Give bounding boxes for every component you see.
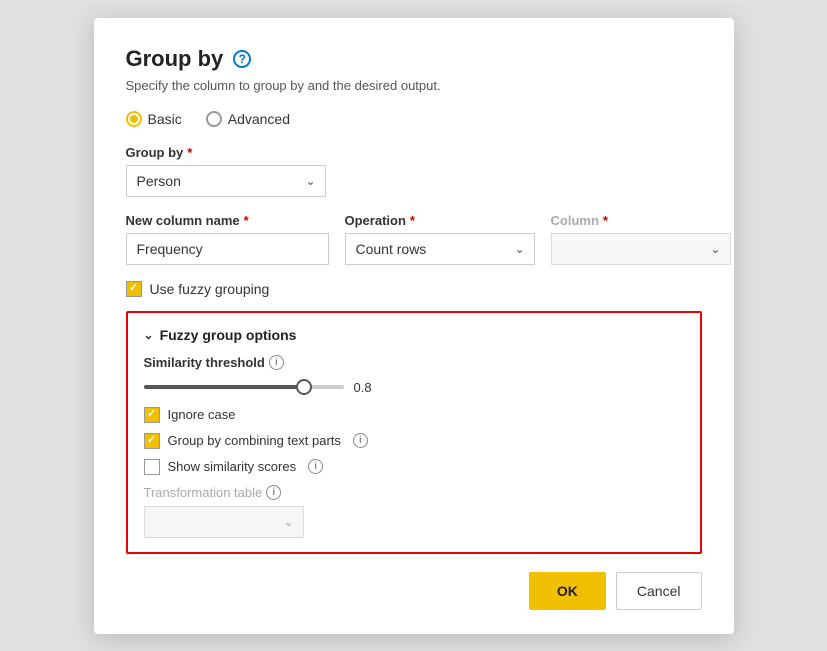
column-select bbox=[551, 233, 731, 265]
group-by-select[interactable]: Person bbox=[126, 165, 326, 197]
new-column-input[interactable] bbox=[126, 233, 329, 265]
radio-basic-circle bbox=[126, 111, 142, 127]
dialog-title: Group by bbox=[126, 46, 224, 72]
operation-select[interactable]: Count rows bbox=[345, 233, 535, 265]
show-similarity-info-icon[interactable]: i bbox=[308, 459, 323, 474]
radio-advanced[interactable]: Advanced bbox=[206, 111, 290, 127]
fuzzy-section-title-label: Fuzzy group options bbox=[160, 327, 297, 343]
radio-basic[interactable]: Basic bbox=[126, 111, 182, 127]
slider-container: 0.8 bbox=[144, 380, 684, 395]
show-similarity-label: Show similarity scores bbox=[168, 459, 297, 474]
operation-required: * bbox=[410, 213, 415, 228]
new-column-field: New column name * bbox=[126, 213, 329, 265]
fuzzy-options-section: ⌄ Fuzzy group options Similarity thresho… bbox=[126, 311, 702, 554]
help-icon[interactable]: ? bbox=[233, 50, 251, 68]
group-combining-info-icon[interactable]: i bbox=[353, 433, 368, 448]
fuzzy-section-title: ⌄ Fuzzy group options bbox=[144, 327, 684, 343]
slider-fill bbox=[144, 385, 304, 389]
ignore-case-checkbox[interactable]: ✓ bbox=[144, 407, 160, 423]
ignore-case-label: Ignore case bbox=[168, 407, 236, 422]
similarity-info-icon[interactable]: i bbox=[269, 355, 284, 370]
transformation-select bbox=[144, 506, 304, 538]
operation-label: Operation bbox=[345, 213, 406, 228]
transformation-select-wrapper: ⌄ bbox=[144, 506, 304, 538]
slider-thumb[interactable] bbox=[296, 379, 312, 395]
group-by-dialog: Group by ? Specify the column to group b… bbox=[94, 18, 734, 634]
new-column-required: * bbox=[244, 213, 249, 228]
radio-advanced-circle bbox=[206, 111, 222, 127]
slider-track bbox=[144, 385, 344, 389]
radio-basic-label: Basic bbox=[148, 111, 182, 127]
group-combining-checkbox[interactable]: ✓ bbox=[144, 433, 160, 449]
fuzzy-grouping-label: Use fuzzy grouping bbox=[150, 281, 270, 297]
columns-row: New column name * Operation * Count rows… bbox=[126, 213, 702, 265]
fuzzy-grouping-check-icon: ✓ bbox=[129, 283, 138, 294]
transformation-info-icon[interactable]: i bbox=[266, 485, 281, 500]
dialog-footer: OK Cancel bbox=[126, 572, 702, 610]
cancel-button[interactable]: Cancel bbox=[616, 572, 702, 610]
similarity-threshold-row: Similarity threshold i bbox=[144, 355, 684, 370]
group-by-field: Group by * Person ⌄ bbox=[126, 145, 702, 197]
group-by-label: Group by bbox=[126, 145, 184, 160]
collapse-icon[interactable]: ⌄ bbox=[144, 328, 154, 342]
dialog-subtitle: Specify the column to group by and the d… bbox=[126, 78, 702, 93]
group-combining-check-icon: ✓ bbox=[147, 435, 156, 446]
transformation-table-label-row: Transformation table i bbox=[144, 485, 684, 500]
column-select-wrapper: ⌄ bbox=[551, 233, 731, 265]
ignore-case-check-icon: ✓ bbox=[147, 409, 156, 420]
radio-advanced-label: Advanced bbox=[228, 111, 290, 127]
mode-radio-group: Basic Advanced bbox=[126, 111, 702, 127]
column-label: Column bbox=[551, 213, 599, 228]
show-similarity-checkbox[interactable] bbox=[144, 459, 160, 475]
new-column-label: New column name bbox=[126, 213, 240, 228]
ignore-case-row[interactable]: ✓ Ignore case bbox=[144, 407, 684, 423]
ok-button[interactable]: OK bbox=[529, 572, 606, 610]
column-required: * bbox=[603, 213, 608, 228]
column-field: Column * ⌄ bbox=[551, 213, 731, 265]
group-combining-label: Group by combining text parts bbox=[168, 433, 341, 448]
fuzzy-grouping-row[interactable]: ✓ Use fuzzy grouping bbox=[126, 281, 702, 297]
similarity-threshold-label: Similarity threshold i bbox=[144, 355, 284, 370]
operation-select-wrapper: Count rows ⌄ bbox=[345, 233, 535, 265]
transformation-table-label: Transformation table bbox=[144, 485, 263, 500]
group-by-required: * bbox=[187, 145, 192, 160]
group-by-select-wrapper: Person ⌄ bbox=[126, 165, 326, 197]
operation-field: Operation * Count rows ⌄ bbox=[345, 213, 535, 265]
fuzzy-grouping-checkbox[interactable]: ✓ bbox=[126, 281, 142, 297]
slider-value: 0.8 bbox=[354, 380, 372, 395]
group-combining-row[interactable]: ✓ Group by combining text parts i bbox=[144, 433, 684, 449]
show-similarity-row[interactable]: Show similarity scores i bbox=[144, 459, 684, 475]
